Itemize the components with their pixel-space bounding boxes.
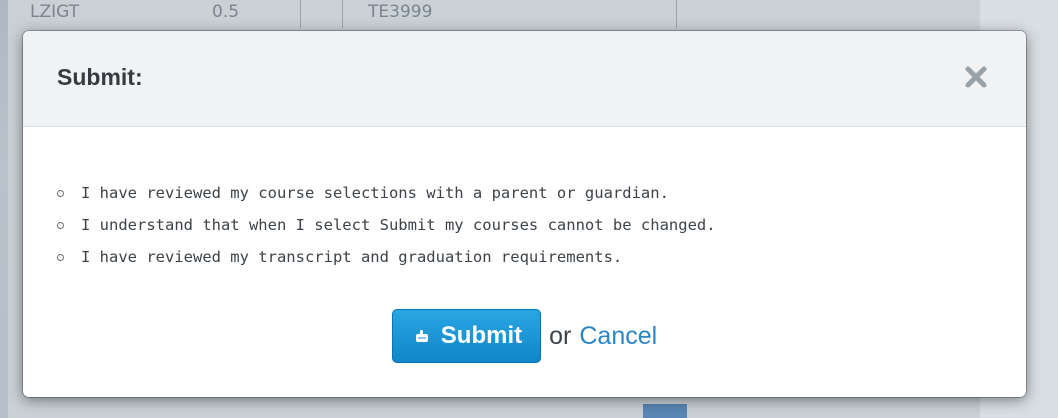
dialog-header: Submit: [23,31,1026,127]
dialog-title: Submit: [57,64,143,90]
cancel-link[interactable]: Cancel [579,322,657,351]
close-button[interactable] [960,61,992,93]
background-divider [676,0,677,28]
background-divider [300,0,301,28]
list-item-text: I have reviewed my transcript and gradua… [81,248,623,266]
list-item: I have reviewed my course selections wit… [57,177,716,209]
background-tab [643,404,687,418]
background-cell-course: TE3999 [368,2,433,22]
background-cell-credit: 0.5 [212,2,240,22]
list-item-text: I have reviewed my course selections wit… [81,184,669,202]
submit-button-label: Submit [440,322,523,349]
circle-bullet-icon [57,189,64,197]
submit-dialog: Submit: I have reviewed my course select… [23,31,1026,397]
circle-bullet-icon [57,253,64,261]
dialog-body: I have reviewed my course selections wit… [23,127,1026,397]
close-x-icon [965,66,987,88]
confirmation-list: I have reviewed my course selections wit… [57,177,716,273]
background-divider [342,0,343,28]
circle-bullet-icon [57,221,64,229]
submit-button[interactable]: Submit [391,309,542,363]
list-item: I have reviewed my transcript and gradua… [57,241,716,273]
dialog-actions: Submit or Cancel [23,309,1026,363]
list-item: I understand that when I select Submit m… [57,209,716,241]
or-text: or [549,321,572,350]
hand-pointer-icon [415,330,428,342]
background-cell-code: LZIGT [30,2,80,22]
list-item-text: I understand that when I select Submit m… [81,216,716,234]
